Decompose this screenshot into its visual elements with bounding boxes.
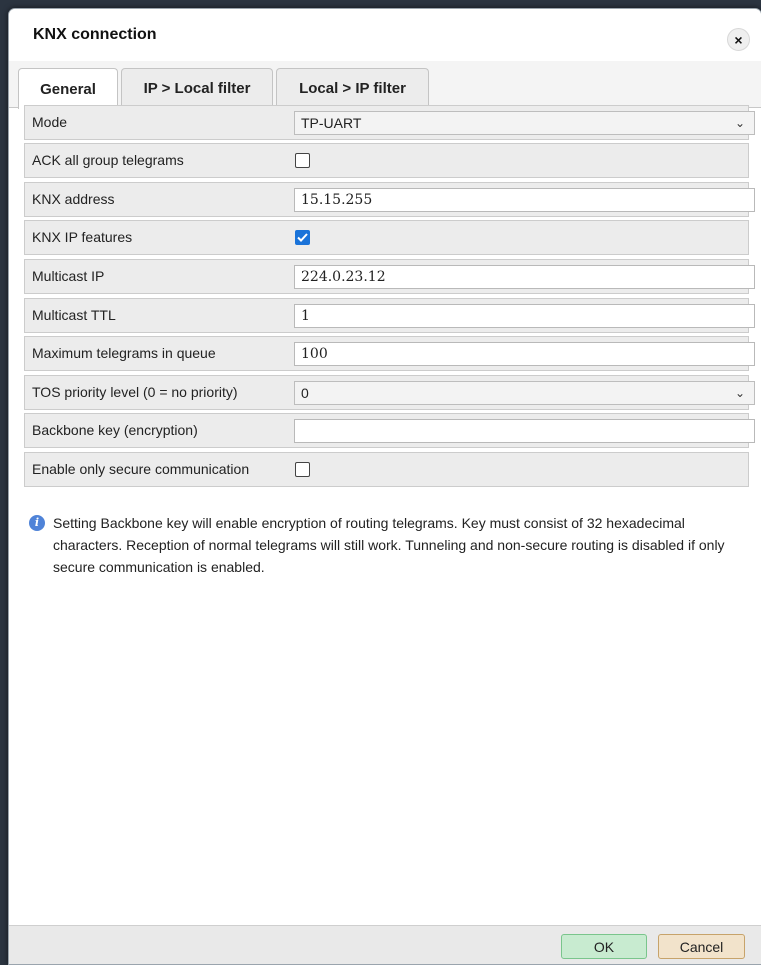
dialog-title: KNX connection: [33, 26, 157, 43]
checkmark-icon: [297, 233, 308, 242]
tab-local-ip-filter[interactable]: Local > IP filter: [276, 68, 429, 107]
knx-address-label: KNX address: [32, 191, 115, 207]
close-icon[interactable]: ×: [727, 28, 750, 51]
dialog-titlebar: KNX connection ×: [9, 9, 761, 61]
dialog-footer: OK Cancel: [9, 925, 761, 964]
max-telegrams-row: Maximum telegrams in queue 100: [24, 336, 755, 371]
secure-only-checkbox[interactable]: [295, 462, 310, 477]
tab-ip-local-filter[interactable]: IP > Local filter: [121, 68, 273, 107]
secure-only-label: Enable only secure communication: [32, 461, 250, 477]
knx-address-row: KNX address 15.15.255: [24, 182, 755, 217]
info-icon: i: [29, 515, 45, 531]
multicast-ip-input[interactable]: 224.0.23.12: [294, 265, 755, 289]
backbone-key-label: Backbone key (encryption): [32, 422, 198, 438]
max-telegrams-input[interactable]: 100: [294, 342, 755, 366]
mode-row: Mode TP-UART ⌄: [24, 105, 755, 140]
knx-address-input[interactable]: 15.15.255: [294, 188, 755, 212]
max-telegrams-label: Maximum telegrams in queue: [32, 345, 216, 361]
tab-general[interactable]: General: [18, 68, 118, 109]
multicast-ip-label: Multicast IP: [32, 268, 105, 284]
ack-all-checkbox[interactable]: [295, 153, 310, 168]
tos-priority-select[interactable]: 0 ⌄: [294, 381, 755, 405]
multicast-ttl-label: Multicast TTL: [32, 307, 116, 323]
ack-all-row: ACK all group telegrams: [24, 143, 749, 178]
secure-only-row: Enable only secure communication: [24, 452, 749, 487]
backbone-key-row: Backbone key (encryption): [24, 413, 755, 448]
ok-button[interactable]: OK: [561, 934, 647, 959]
tab-bar: General IP > Local filter Local > IP fil…: [9, 61, 761, 109]
chevron-down-icon: ⌄: [734, 116, 745, 130]
multicast-ttl-input[interactable]: 1: [294, 304, 755, 328]
tos-priority-row: TOS priority level (0 = no priority) 0 ⌄: [24, 375, 755, 410]
multicast-ttl-row: Multicast TTL 1: [24, 298, 755, 333]
cancel-button[interactable]: Cancel: [658, 934, 745, 959]
backbone-key-input[interactable]: [294, 419, 755, 443]
mode-label: Mode: [32, 114, 68, 130]
knx-connection-dialog: KNX connection × General IP > Local filt…: [8, 8, 761, 965]
knx-ip-features-checkbox[interactable]: [295, 230, 310, 245]
mode-select[interactable]: TP-UART ⌄: [294, 111, 755, 135]
tos-priority-label: TOS priority level (0 = no priority): [32, 384, 238, 400]
info-note: i Setting Backbone key will enable encry…: [29, 512, 741, 578]
knx-ip-features-row: KNX IP features: [24, 220, 749, 255]
knx-ip-features-label: KNX IP features: [32, 229, 133, 245]
mode-value: TP-UART: [301, 115, 362, 131]
ack-all-label: ACK all group telegrams: [32, 152, 184, 168]
multicast-ip-row: Multicast IP 224.0.23.12: [24, 259, 755, 294]
tos-priority-value: 0: [301, 385, 309, 401]
chevron-down-icon: ⌄: [734, 386, 745, 400]
info-text: Setting Backbone key will enable encrypt…: [53, 515, 725, 575]
